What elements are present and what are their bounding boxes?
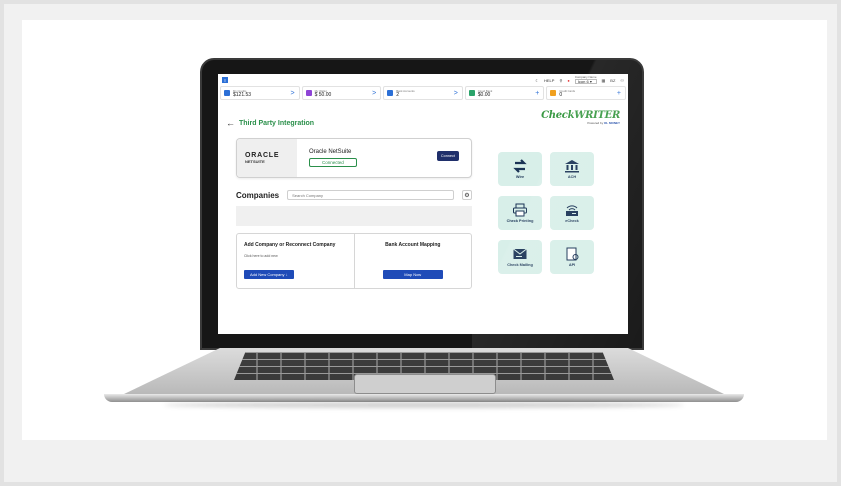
add-company-section: Add Company or Reconnect Company Click h… <box>237 234 354 288</box>
hamburger-menu-icon[interactable]: ≡ <box>222 77 228 83</box>
page-frame: ≡ ☾ HELP ⚲ ● Company Name Icon 6 ▾ ▦ BZ … <box>0 0 841 486</box>
actions-card: Add Company or Reconnect Company Click h… <box>236 233 472 289</box>
brand-logo: CheckWRITER Powered by OL MONEY <box>541 110 620 125</box>
add-company-title: Add Company or Reconnect Company <box>244 242 336 248</box>
gear-icon[interactable]: ⚙ <box>462 190 472 200</box>
add-new-company-button[interactable]: Add New Company ↓ <box>244 270 294 279</box>
main-content: ← Third Party Integration CheckWRITER Po… <box>218 100 628 334</box>
building-icon[interactable]: ▦ <box>602 78 606 83</box>
companies-header: Companies ⚙ <box>236 190 472 200</box>
cloud-bank-icon <box>468 90 475 96</box>
powered-by-label: Powered by <box>587 121 604 125</box>
stat-value: $0.00 <box>477 92 491 98</box>
integration-card: ORACLE NETSUITE Oracle NetSuite Connecte… <box>236 138 472 178</box>
laptop-screen: ≡ ☾ HELP ⚲ ● Company Name Icon 6 ▾ ▦ BZ … <box>218 74 628 334</box>
stat-value: 2 <box>396 92 399 98</box>
stat-value: $121.53 <box>233 92 252 98</box>
checkwriter-logo: CheckWRITER <box>541 110 620 121</box>
bank-mapping-section: Bank Account Mapping Map Now <box>353 234 472 288</box>
stat-credit-cards[interactable]: Credit Cards 0 + <box>546 86 626 100</box>
tile-label: ACH <box>567 175 577 179</box>
add-company-subtitle: Click here to add new <box>244 254 278 258</box>
tile-check-printing[interactable]: Check Printing <box>498 196 542 230</box>
powered-by: Powered by OL MONEY <box>541 121 620 125</box>
tile-label: eCheck <box>565 219 579 223</box>
wallet-icon <box>305 90 312 96</box>
plus-icon[interactable]: + <box>617 90 621 97</box>
tile-label: Check Mailing <box>507 263 533 267</box>
laptop-lid: ≡ ☾ HELP ⚲ ● Company Name Icon 6 ▾ ▦ BZ … <box>200 58 644 350</box>
partner-name: OL MONEY <box>604 121 620 125</box>
connect-button[interactable]: Connect <box>436 151 459 161</box>
tile-label: Wire <box>515 175 525 179</box>
laptop-base <box>104 348 744 408</box>
companies-title: Companies <box>236 190 280 200</box>
api-document-icon <box>566 247 579 261</box>
logo-oracle-text: ORACLE <box>245 152 280 159</box>
logo-netsuite-text: NETSUITE <box>245 159 265 164</box>
printer-icon <box>513 203 527 217</box>
trackpad <box>354 374 496 394</box>
company-selector[interactable]: Company Name Icon 6 ▾ <box>574 76 597 84</box>
transfer-arrows-icon <box>513 159 527 173</box>
back-arrow-icon[interactable]: ← <box>226 118 235 128</box>
tile-ach[interactable]: ACH <box>550 152 594 186</box>
bank-accounts-icon <box>387 90 394 96</box>
stat-value: 0 <box>559 92 563 98</box>
tile-label: API <box>568 263 576 267</box>
app-topbar: ≡ ☾ HELP ⚲ ● Company Name Icon 6 ▾ ▦ BZ … <box>218 74 628 86</box>
envelope-icon <box>513 248 527 259</box>
tile-api[interactable]: API <box>550 240 594 274</box>
page-title: Third Party Integration <box>239 119 315 127</box>
tile-echeck[interactable]: eCheck <box>550 196 594 230</box>
tile-label: Check Printing <box>506 219 534 223</box>
status-badge: Connected <box>309 158 357 167</box>
credits-icon <box>224 90 230 96</box>
map-now-button[interactable]: Map Now <box>382 270 443 279</box>
stats-bar: My Credits $121.53 > My Wallet $ 50.00 > B… <box>218 86 628 100</box>
stat-my-credits[interactable]: My Credits $121.53 > <box>220 86 300 100</box>
plus-icon[interactable]: + <box>535 90 539 97</box>
chevron-right-icon[interactable]: > <box>372 90 376 97</box>
tile-wire[interactable]: Wire <box>498 152 542 186</box>
laptop-front-lip <box>104 394 744 402</box>
stat-value: $ 50.00 <box>314 92 332 98</box>
stat-cloud-bank[interactable]: Cloud Bank $0.00 + <box>464 86 545 100</box>
integration-name: Oracle NetSuite <box>309 149 352 155</box>
companies-list-empty <box>236 206 472 226</box>
oracle-netsuite-logo: ORACLE NETSUITE <box>237 139 297 177</box>
notification-bell-icon[interactable]: ● <box>567 78 569 83</box>
bank-icon <box>565 160 579 173</box>
laptop-shadow <box>164 402 684 408</box>
tile-check-mailing[interactable]: Check Mailing <box>498 240 542 274</box>
payment-tiles: Wire ACH Check Printing eCheck Check Mai… <box>498 152 594 274</box>
credit-card-icon <box>550 90 557 96</box>
help-link[interactable]: HELP <box>544 78 554 83</box>
search-icon[interactable]: ⚲ <box>559 78 562 83</box>
stat-my-wallet[interactable]: My Wallet $ 50.00 > <box>301 86 382 100</box>
company-selector-value: Icon 6 ▾ <box>574 79 597 84</box>
stat-bank-accounts[interactable]: Bank Accounts 2 > <box>383 86 463 100</box>
user-initials[interactable]: BZ <box>610 78 615 83</box>
integration-info: Oracle NetSuite Connected <box>309 149 357 167</box>
chevron-right-icon[interactable]: > <box>291 90 295 97</box>
echeck-icon <box>566 205 578 216</box>
chevron-right-icon[interactable]: > <box>454 90 458 97</box>
user-profile-icon[interactable]: ⚇ <box>620 78 624 83</box>
moon-icon[interactable]: ☾ <box>535 78 539 83</box>
bank-mapping-title: Bank Account Mapping <box>385 242 441 248</box>
page-header: ← Third Party Integration <box>226 118 314 128</box>
topbar-actions: ☾ HELP ⚲ ● Company Name Icon 6 ▾ ▦ BZ ⚇ <box>535 76 624 84</box>
search-company-input[interactable] <box>287 190 454 200</box>
